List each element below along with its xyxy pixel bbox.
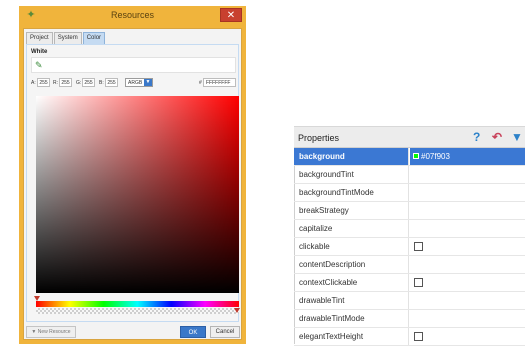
property-name: contextClickable <box>294 274 409 291</box>
close-button[interactable]: ✕ <box>220 8 242 22</box>
ok-button[interactable]: OK <box>180 326 206 338</box>
property-row-contextclickable[interactable]: contextClickable <box>294 274 525 292</box>
color-tab-panel: White ✎ A: 255 R: 255 G: 255 B: 255 ARGB… <box>26 44 240 322</box>
property-row-breakstrategy[interactable]: breakStrategy <box>294 202 525 220</box>
blue-label: B: <box>99 80 104 86</box>
properties-title: Properties <box>298 133 340 143</box>
undo-icon[interactable]: ↶ <box>492 130 502 144</box>
property-name: backgroundTintMode <box>294 184 409 201</box>
property-value[interactable] <box>410 202 525 219</box>
property-name: contentDescription <box>294 256 409 273</box>
cancel-button[interactable]: Cancel <box>210 326 240 338</box>
new-resource-button[interactable]: ▼ New Resource <box>26 326 76 338</box>
property-row-clickable[interactable]: clickable <box>294 238 525 256</box>
alpha-label: A: <box>31 80 36 86</box>
red-input[interactable]: 255 <box>59 78 72 87</box>
property-value[interactable] <box>410 220 525 237</box>
alpha-slider[interactable] <box>36 308 239 314</box>
property-value[interactable] <box>410 310 525 327</box>
alpha-marker-icon[interactable] <box>234 308 240 313</box>
argb-row: A: 255 R: 255 G: 255 B: 255 ARGB ▼ # FFF… <box>31 78 236 88</box>
tab-color[interactable]: Color <box>82 32 106 44</box>
property-row-drawabletintmode[interactable]: drawableTintMode <box>294 310 525 328</box>
dialog-titlebar[interactable]: ✦ Resources ✕ <box>19 6 246 26</box>
property-list: background #07f903 backgroundTint backgroun… <box>294 148 525 346</box>
property-value-text: #07f903 <box>421 152 450 161</box>
property-value[interactable] <box>410 256 525 273</box>
filter-icon[interactable]: ▼ <box>511 130 523 144</box>
blue-input[interactable]: 255 <box>105 78 118 87</box>
property-name: clickable <box>294 238 409 255</box>
resources-dialog: ✦ Resources ✕ Project System Color White… <box>19 6 246 344</box>
eyedropper-icon[interactable]: ✎ <box>35 60 43 70</box>
tab-system[interactable]: System <box>53 32 82 44</box>
hex-input[interactable]: FFFFFFFF <box>203 78 236 87</box>
close-icon: ✕ <box>226 10 236 21</box>
green-input[interactable]: 255 <box>82 78 95 87</box>
color-preview-box: ✎ <box>31 57 236 73</box>
property-row-capitalize[interactable]: capitalize <box>294 220 525 238</box>
color-mode-value: ARGB <box>128 80 143 86</box>
hex-label: # <box>199 80 202 86</box>
property-row-eleganttextheight[interactable]: elegantTextHeight <box>294 328 525 346</box>
properties-panel: Properties ? ↶ ▼ background #07f903 backgr… <box>294 126 525 346</box>
dropdown-arrow-icon[interactable]: ▼ <box>144 79 152 86</box>
property-value[interactable] <box>410 274 525 291</box>
tab-project[interactable]: Project <box>26 32 53 44</box>
alpha-input[interactable]: 255 <box>37 78 50 87</box>
property-name: drawableTintMode <box>294 310 409 327</box>
properties-header: Properties ? ↶ ▼ <box>294 126 525 148</box>
property-checkbox[interactable] <box>414 332 423 341</box>
hue-slider[interactable] <box>36 301 239 307</box>
color-swatch-icon[interactable] <box>413 153 419 159</box>
dialog-body: Project System Color White ✎ A: 255 R: 2… <box>23 28 242 340</box>
property-name: capitalize <box>294 220 409 237</box>
property-value[interactable] <box>410 292 525 309</box>
property-name: elegantTextHeight <box>294 328 409 345</box>
dialog-title: Resources <box>110 10 155 20</box>
property-value[interactable] <box>410 238 525 255</box>
property-row-contentdescription[interactable]: contentDescription <box>294 256 525 274</box>
property-name: drawableTint <box>294 292 409 309</box>
property-value[interactable] <box>410 328 525 345</box>
color-mode-select[interactable]: ARGB ▼ <box>125 78 153 87</box>
property-name: backgroundTint <box>294 166 409 183</box>
property-value[interactable] <box>410 166 525 183</box>
property-row-backgroundtint[interactable]: backgroundTint <box>294 166 525 184</box>
property-row-backgroundtintmode[interactable]: backgroundTintMode <box>294 184 525 202</box>
property-checkbox[interactable] <box>414 242 423 251</box>
help-icon[interactable]: ? <box>473 130 480 144</box>
property-name: breakStrategy <box>294 202 409 219</box>
property-checkbox[interactable] <box>414 278 423 287</box>
red-label: R: <box>53 80 58 86</box>
color-name-label: White <box>31 49 48 55</box>
property-row-background[interactable]: background #07f903 <box>294 148 525 166</box>
green-label: G: <box>76 80 82 86</box>
property-row-drawabletint[interactable]: drawableTint <box>294 292 525 310</box>
property-value[interactable]: #07f903 <box>410 148 525 165</box>
resource-tabs: Project System Color <box>26 32 106 44</box>
property-value[interactable] <box>410 184 525 201</box>
saturation-value-picker[interactable] <box>36 96 239 293</box>
property-name: background <box>294 148 409 165</box>
